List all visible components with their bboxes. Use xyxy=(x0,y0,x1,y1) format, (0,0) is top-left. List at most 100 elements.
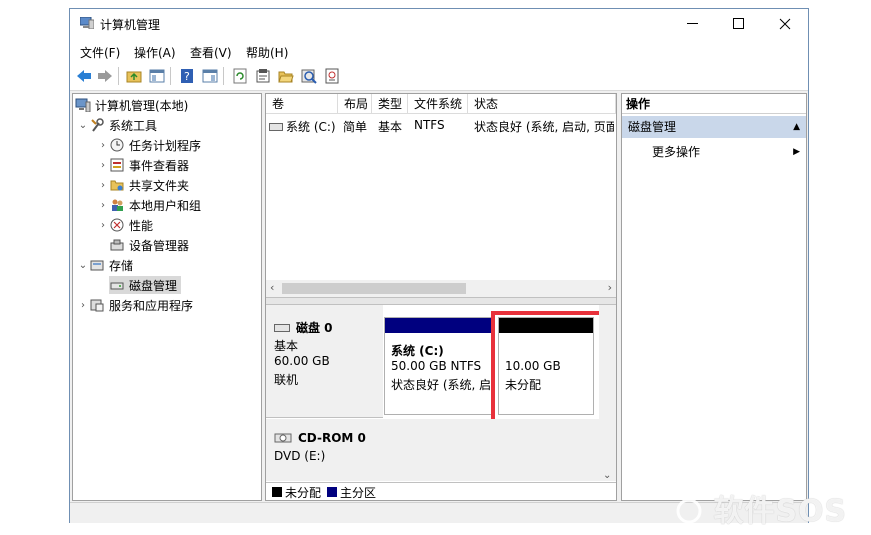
tree-item-event-viewer[interactable]: › 事件查看器 xyxy=(97,156,189,174)
watermark-text: 软件SOS xyxy=(713,494,848,529)
tree-item-storage[interactable]: ⌄ 存储 xyxy=(77,256,133,274)
tree-label-shared-folders: 共享文件夹 xyxy=(129,178,190,193)
properties-icon[interactable] xyxy=(254,67,272,85)
tree-item-shared-folders[interactable]: › 共享文件夹 xyxy=(97,176,189,194)
tree-label-system-tools: 系统工具 xyxy=(109,118,158,133)
users-icon xyxy=(109,197,125,213)
actions-header: 操作 xyxy=(622,94,806,114)
chevron-down-icon[interactable]: ⌄ xyxy=(77,120,89,131)
scroll-down-icon[interactable]: ⌄ xyxy=(603,470,611,481)
up-folder-icon[interactable] xyxy=(125,67,143,85)
show-tree-icon[interactable] xyxy=(148,67,166,85)
filesystem-cell: NTFS xyxy=(414,118,445,132)
menu-bar: 文件(F) 操作(A) 查看(V) 帮助(H) xyxy=(70,39,808,63)
tree-item-task-scheduler[interactable]: › 任务计划程序 xyxy=(97,136,201,154)
svg-text:?: ? xyxy=(184,70,190,83)
legend-unallocated: 未分配 xyxy=(285,485,322,500)
column-header-layout[interactable]: 布局 xyxy=(338,94,372,114)
device-manager-icon xyxy=(109,237,125,253)
disk-settings-icon[interactable] xyxy=(323,67,341,85)
open-folder-icon[interactable] xyxy=(277,67,295,85)
tree-label-local-users: 本地用户和组 xyxy=(129,198,202,213)
more-actions-item[interactable]: 更多操作 ▶ xyxy=(622,142,806,162)
disk0-size: 60.00 GB xyxy=(274,354,330,368)
chevron-right-icon[interactable]: › xyxy=(97,140,109,151)
cdrom0-name: CD-ROM 0 xyxy=(298,431,366,445)
title-bar: 计算机管理 xyxy=(70,9,808,39)
tree-label-performance: 性能 xyxy=(129,218,154,233)
tree-item-services-apps[interactable]: › 服务和应用程序 xyxy=(77,296,193,314)
menu-help[interactable]: 帮助(H) xyxy=(246,44,288,61)
rescan-icon[interactable] xyxy=(300,67,318,85)
tree-item-disk-management[interactable]: 磁盘管理 xyxy=(109,276,182,294)
storage-icon xyxy=(89,257,105,273)
menu-action[interactable]: 操作(A) xyxy=(134,44,176,61)
scrollbar-thumb[interactable] xyxy=(282,283,466,294)
tree-label-disk-management: 磁盘管理 xyxy=(129,278,178,293)
cdrom0-label[interactable]: CD-ROM 0 DVD (E:) xyxy=(266,419,383,481)
forward-arrow-icon[interactable] xyxy=(96,67,114,85)
vertical-scrollbar[interactable]: ⌄ xyxy=(599,305,616,481)
help-icon[interactable]: ? xyxy=(178,67,196,85)
disk0-state: 联机 xyxy=(274,373,299,387)
partition-c[interactable]: 系统 (C:) 50.00 GB NTFS 状态良好 (系统, 启 xyxy=(384,317,493,415)
chevron-down-icon[interactable]: ⌄ xyxy=(77,260,89,271)
tree-label-services-apps: 服务和应用程序 xyxy=(109,298,194,313)
chevron-right-icon[interactable]: › xyxy=(97,220,109,231)
cdrom0-drive: DVD (E:) xyxy=(274,449,326,463)
column-header-volume[interactable]: 卷 xyxy=(266,94,338,114)
performance-icon xyxy=(109,217,125,233)
tree-item-performance[interactable]: › 性能 xyxy=(97,216,153,234)
scroll-right-icon[interactable]: › xyxy=(608,281,612,294)
disk0-type: 基本 xyxy=(274,339,299,353)
menu-file[interactable]: 文件(F) xyxy=(80,44,120,61)
tree-item-system-tools[interactable]: ⌄ 系统工具 xyxy=(77,116,157,134)
column-header-status[interactable]: 状态 xyxy=(468,94,616,114)
scroll-left-icon[interactable]: ‹ xyxy=(270,281,274,294)
submenu-arrow-icon: ▶ xyxy=(793,147,800,157)
window-title: 计算机管理 xyxy=(100,18,161,32)
minimize-button[interactable] xyxy=(670,9,716,39)
chevron-right-icon[interactable]: › xyxy=(97,200,109,211)
partition-c-name: 系统 (C:) xyxy=(391,344,444,358)
tree-item-device-manager[interactable]: 设备管理器 xyxy=(109,236,189,254)
partition-c-status: 状态良好 (系统, 启 xyxy=(391,378,491,392)
cd-drive-icon xyxy=(274,433,292,443)
show-action-pane-icon[interactable] xyxy=(201,67,219,85)
chevron-right-icon[interactable]: › xyxy=(97,160,109,171)
more-actions-label: 更多操作 xyxy=(652,145,701,159)
disk0-title: 磁盘 0 xyxy=(274,319,333,336)
disk0-label[interactable]: 磁盘 0 基本 60.00 GB 联机 xyxy=(266,305,383,418)
tree-label-task-scheduler: 任务计划程序 xyxy=(129,138,202,153)
chevron-right-icon[interactable]: › xyxy=(97,180,109,191)
shared-folder-icon xyxy=(109,177,125,193)
pane-splitter[interactable] xyxy=(266,297,616,305)
volume-name: 系统 (C:) xyxy=(286,120,336,134)
column-header-filesystem[interactable]: 文件系统 xyxy=(408,94,468,114)
back-arrow-icon[interactable] xyxy=(75,67,93,85)
disk0-name: 磁盘 0 xyxy=(296,321,333,335)
horizontal-scrollbar[interactable]: ‹ › xyxy=(266,280,616,297)
close-button[interactable] xyxy=(762,9,808,39)
disk-management-icon xyxy=(109,277,125,293)
tree-item-root[interactable]: 计算机管理(本地) xyxy=(75,96,188,114)
cdrom0-title: CD-ROM 0 xyxy=(274,431,366,445)
table-row[interactable]: 系统 (C:) 简单 基本 NTFS 状态良好 (系统, 启动, 页面 xyxy=(266,116,616,134)
menu-view[interactable]: 查看(V) xyxy=(190,44,232,61)
refresh-icon[interactable] xyxy=(231,67,249,85)
actions-section-label: 磁盘管理 xyxy=(628,120,677,134)
hard-disk-icon xyxy=(274,323,290,332)
toolbar: ? xyxy=(70,63,808,91)
column-header-type[interactable]: 类型 xyxy=(372,94,408,114)
computer-management-app-icon xyxy=(79,16,95,30)
tree-item-local-users[interactable]: › 本地用户和组 xyxy=(97,196,201,214)
maximize-button[interactable] xyxy=(716,9,762,39)
watermark: 软件SOS xyxy=(676,486,847,530)
actions-section-disk-management[interactable]: 磁盘管理 ▲ xyxy=(622,116,806,138)
primary-swatch xyxy=(327,487,338,497)
legend: 未分配 主分区 xyxy=(266,482,616,501)
cdrom0-area xyxy=(383,419,599,481)
collapse-up-icon[interactable]: ▲ xyxy=(793,116,800,138)
chevron-right-icon[interactable]: › xyxy=(77,300,89,311)
highlight-box xyxy=(491,311,609,425)
